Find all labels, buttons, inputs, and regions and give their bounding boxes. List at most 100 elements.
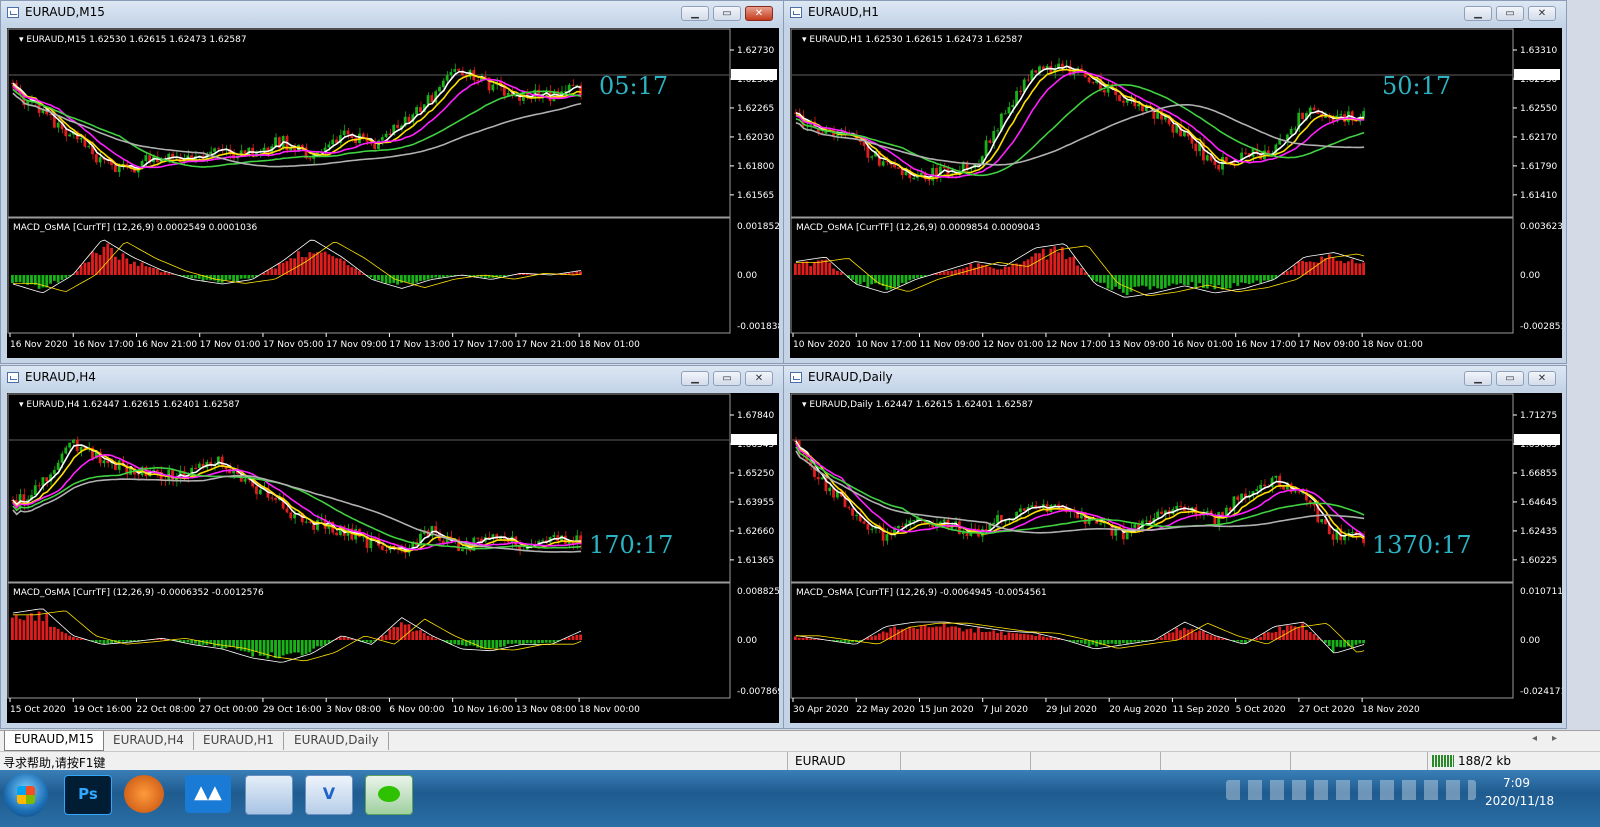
close-button[interactable]: ✕ — [1528, 371, 1556, 386]
macd-histogram-bar — [571, 635, 575, 640]
window-titlebar[interactable]: EURAUD,H4 ▁ ▭ ✕ — [1, 366, 783, 390]
macd-histogram-bar — [1339, 260, 1343, 275]
candle-body — [1034, 70, 1038, 73]
macd-histogram-bar — [163, 271, 167, 275]
candle-body — [79, 138, 83, 140]
macd-histogram-bar — [1362, 640, 1365, 644]
app-icon[interactable]: ▲▲ — [185, 775, 231, 813]
macd-histogram-bar — [1167, 275, 1171, 286]
macd-histogram-bar — [277, 263, 281, 275]
tab-euraud-h4[interactable]: EURAUD,H4 — [104, 732, 194, 750]
macd-histogram-bar — [942, 623, 946, 640]
wechat-icon[interactable] — [365, 775, 413, 815]
time-axis-label: 7 Jul 2020 — [983, 705, 1028, 715]
vector-icon[interactable]: V — [305, 775, 353, 815]
current-price-label: 1.62587 — [733, 71, 770, 81]
tab-euraud-daily[interactable]: EURAUD,Daily — [285, 732, 389, 750]
candle-body — [68, 442, 72, 448]
window-titlebar[interactable]: EURAUD,M15 ▁ ▭ ✕ — [1, 1, 783, 25]
chart-window-daily[interactable]: EURAUD,Daily ▁ ▭ ✕ ▾ EURAUD,Daily 1.6244… — [783, 365, 1567, 729]
minimize-button[interactable]: ▁ — [681, 371, 709, 386]
macd-histogram-bar — [794, 263, 797, 275]
macd-histogram-bar — [197, 275, 201, 279]
macd-histogram-bar — [805, 261, 809, 275]
macd-histogram-bar — [388, 629, 392, 640]
tray-icons[interactable] — [1226, 780, 1476, 800]
macd-histogram-bar — [1160, 637, 1163, 640]
tab-euraud-m15[interactable]: EURAUD,M15 — [4, 731, 104, 751]
window-titlebar[interactable]: EURAUD,Daily ▁ ▭ ✕ — [784, 366, 1566, 390]
tab-scroll-right[interactable]: ▸ — [1552, 733, 1557, 744]
time-axis-label: 18 Nov 2020 — [1362, 705, 1420, 715]
macd-histogram-bar — [483, 640, 487, 649]
macd-histogram-bar — [117, 259, 121, 275]
tab-scroll-left[interactable]: ◂ — [1532, 733, 1537, 744]
macd-histogram-bar — [908, 275, 912, 281]
candle-body — [885, 534, 889, 541]
maximize-button[interactable]: ▭ — [1496, 6, 1524, 21]
maximize-button[interactable]: ▭ — [1496, 371, 1524, 386]
candle-body — [866, 523, 870, 530]
macd-histogram-bar — [11, 617, 14, 640]
window-titlebar[interactable]: EURAUD,H1 ▁ ▭ ✕ — [784, 1, 1566, 25]
time-axis-label: 17 Nov 21:00 — [516, 340, 577, 350]
close-button[interactable]: ✕ — [1528, 6, 1556, 21]
macd-histogram-bar — [946, 627, 950, 640]
chart-window-h1[interactable]: EURAUD,H1 ▁ ▭ ✕ ▾ EURAUD,H1 1.62530 1.62… — [783, 0, 1567, 364]
macd-histogram-bar — [83, 262, 87, 275]
minimize-button[interactable]: ▁ — [681, 6, 709, 21]
time-axis-label: 18 Nov 01:00 — [579, 340, 640, 350]
macd-histogram-bar — [1190, 628, 1194, 640]
clock-date[interactable]: 2020/11/18 — [1485, 794, 1554, 808]
start-orb[interactable] — [4, 773, 48, 817]
chart-area[interactable]: ▾ EURAUD,H1 1.62530 1.62615 1.62473 1.62… — [790, 28, 1562, 358]
macd-histogram-bar — [506, 640, 510, 644]
macd-histogram-bar — [851, 275, 855, 280]
candle-body — [331, 139, 335, 145]
macd-histogram-bar — [1034, 253, 1038, 275]
candle-body — [449, 71, 453, 76]
candle-body — [1091, 82, 1095, 84]
candle-body — [56, 462, 60, 470]
macd-histogram-bar — [37, 611, 41, 640]
chart-area[interactable]: ▾ EURAUD,H4 1.62447 1.62615 1.62401 1.62… — [7, 393, 779, 723]
macd-histogram-bar — [797, 263, 801, 275]
minimize-button[interactable]: ▁ — [1464, 6, 1492, 21]
time-axis-label: 16 Nov 2020 — [10, 340, 68, 350]
macd-histogram-bar — [499, 275, 502, 277]
macd-histogram-bar — [216, 640, 220, 647]
browser-icon[interactable] — [124, 775, 164, 813]
macd-histogram-bar — [912, 275, 916, 279]
macd-histogram-bar — [813, 639, 816, 640]
macd-histogram-bar — [56, 275, 60, 283]
candle-body — [33, 485, 37, 496]
clock-time[interactable]: 7:09 — [1503, 776, 1530, 790]
minimize-button[interactable]: ▁ — [1464, 371, 1492, 386]
maximize-button[interactable]: ▭ — [713, 371, 741, 386]
macd-histogram-bar — [22, 620, 26, 640]
maximize-button[interactable]: ▭ — [713, 6, 741, 21]
chart-window-m15[interactable]: EURAUD,M15 ▁ ▭ ✕ ▾ EURAUD,M15 1.62530 1.… — [0, 0, 784, 364]
control-panel-icon[interactable] — [245, 775, 293, 815]
macd-histogram-bar — [312, 640, 316, 649]
macd-histogram-bar — [874, 635, 877, 640]
macd-histogram-bar — [881, 631, 885, 640]
candle-body — [491, 84, 495, 91]
macd-histogram-bar — [213, 640, 216, 647]
macd-histogram-bar — [904, 275, 908, 284]
candle-body — [912, 177, 916, 179]
tab-euraud-h1[interactable]: EURAUD,H1 — [194, 732, 284, 750]
macd-histogram-bar — [969, 263, 973, 275]
macd-histogram-bar — [1007, 632, 1011, 640]
chart-window-h4[interactable]: EURAUD,H4 ▁ ▭ ✕ ▾ EURAUD,H4 1.62447 1.62… — [0, 365, 784, 729]
close-button[interactable]: ✕ — [745, 6, 773, 21]
close-button[interactable]: ✕ — [745, 371, 773, 386]
macd-histogram-bar — [835, 640, 839, 642]
macd-histogram-bar — [1358, 640, 1362, 644]
macd-histogram-bar — [1232, 275, 1236, 284]
chart-area[interactable]: ▾ EURAUD,M15 1.62530 1.62615 1.62473 1.6… — [7, 28, 779, 358]
price-tick-label: 1.62170 — [1520, 133, 1557, 143]
photoshop-icon[interactable]: Ps — [64, 775, 112, 815]
chart-area[interactable]: ▾ EURAUD,Daily 1.62447 1.62615 1.62401 1… — [790, 393, 1562, 723]
macd-indicator-label: MACD_OsMA [CurrTF] (12,26,9) -0.0064945 … — [796, 588, 1047, 598]
